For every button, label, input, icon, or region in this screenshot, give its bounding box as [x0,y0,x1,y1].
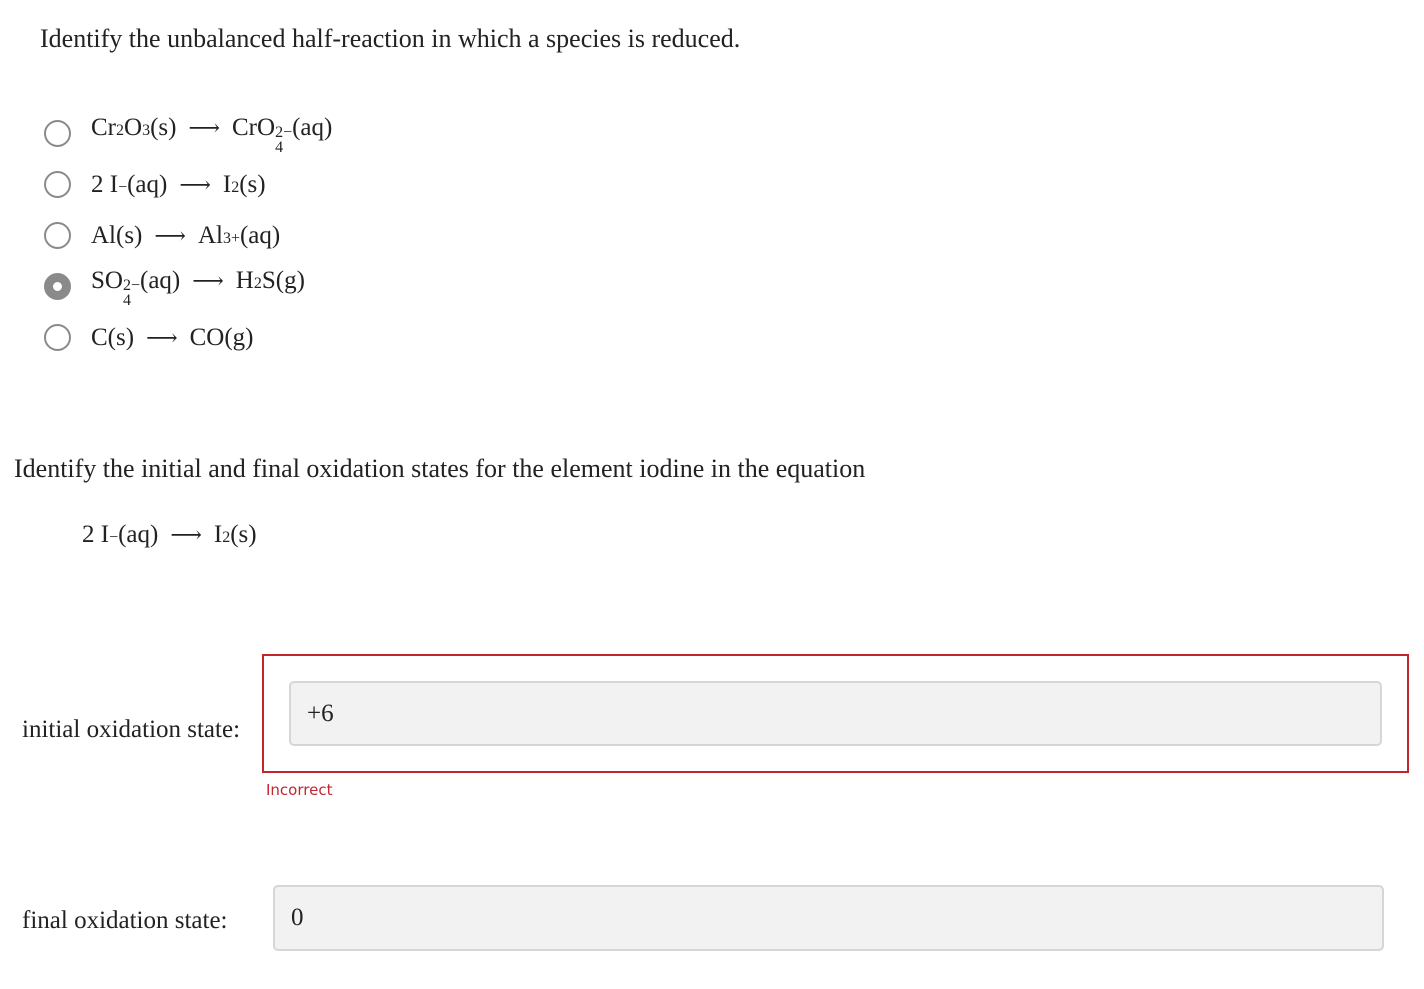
formula-text: (aq) [118,521,159,548]
formula-text: I [213,521,223,548]
reaction-arrow: ⟶ [146,325,178,350]
formula-text: (s) [239,171,266,198]
formula-superscript: 2− [275,123,293,141]
initial-oxidation-state-label: initial oxidation state: [22,716,241,743]
option-1[interactable]: Cr 2 O 3 (s) ⟶ CrO 2− 4 (aq) [44,108,332,159]
reaction-arrow: ⟶ [179,172,211,197]
reaction-arrow: ⟶ [170,522,202,547]
question-2-prompt: Identify the initial and final oxidation… [14,454,866,483]
formula-text: (aq) [292,113,333,141]
half-reaction-options: Cr 2 O 3 (s) ⟶ CrO 2− 4 (aq) 2 I − (aq) ⟶ I 2 (s) Al(s)… [44,108,332,363]
formula-superscript: 2− [122,276,140,294]
formula-subscript: 4 [122,291,131,309]
final-oxidation-state-input[interactable] [273,885,1384,951]
half-reaction-equation-2: 2 I − (aq) ⟶ I 2 (s) [91,171,266,198]
formula-text: C(s) [91,324,135,351]
formula-text: Al(s) [91,222,143,249]
initial-oxidation-state-input[interactable] [289,681,1382,746]
option-3[interactable]: Al(s) ⟶ Al 3+ (aq) [44,210,332,261]
radio-button-option-2[interactable] [44,171,71,198]
formula-text: (aq) [239,222,281,249]
formula-text: 2 I [82,521,110,548]
formula-text: O [124,113,143,141]
half-reaction-equation-4: SO 2− 4 (aq) ⟶ H 2 S(g) [91,266,305,309]
half-reaction-equation-3: Al(s) ⟶ Al 3+ (aq) [91,222,281,249]
reaction-arrow: ⟶ [188,114,220,140]
radio-button-option-1[interactable] [44,120,71,147]
option-5[interactable]: C(s) ⟶ CO(g) [44,312,332,363]
half-reaction-equation-5: C(s) ⟶ CO(g) [91,325,254,350]
option-2[interactable]: 2 I − (aq) ⟶ I 2 (s) [44,159,332,210]
formula-text: (s) [150,113,177,141]
formula-text: I [222,171,232,198]
formula-text: SO [91,266,123,294]
radio-button-option-4[interactable] [44,273,71,300]
formula-text: 2 I [91,171,119,198]
radio-button-option-5[interactable] [44,324,71,351]
iodine-equation: 2 I − (aq) ⟶ I 2 (s) [82,521,257,548]
formula-text: CO(g) [189,324,254,351]
final-oxidation-state-label: final oxidation state: [22,907,228,934]
question-1-prompt: Identify the unbalanced half-reaction in… [40,24,741,53]
formula-text: (aq) [140,266,181,294]
formula-sub-superscript: 2− 4 [275,123,293,156]
radio-button-option-3[interactable] [44,222,71,249]
formula-text: CrO [232,113,276,141]
reaction-arrow: ⟶ [154,223,186,248]
formula-text: (s) [230,521,257,548]
formula-sub-superscript: 2− 4 [122,276,140,309]
incorrect-feedback: Incorrect [266,781,333,799]
formula-text: Al [197,222,223,249]
reaction-arrow: ⟶ [192,267,224,293]
formula-text: S(g) [261,266,305,294]
formula-subscript: 4 [275,138,284,156]
half-reaction-equation-1: Cr 2 O 3 (s) ⟶ CrO 2− 4 (aq) [91,113,333,156]
formula-text: (aq) [127,171,168,198]
formula-text: Cr [91,113,116,141]
option-4[interactable]: SO 2− 4 (aq) ⟶ H 2 S(g) [44,261,332,312]
formula-text: H [235,266,254,294]
